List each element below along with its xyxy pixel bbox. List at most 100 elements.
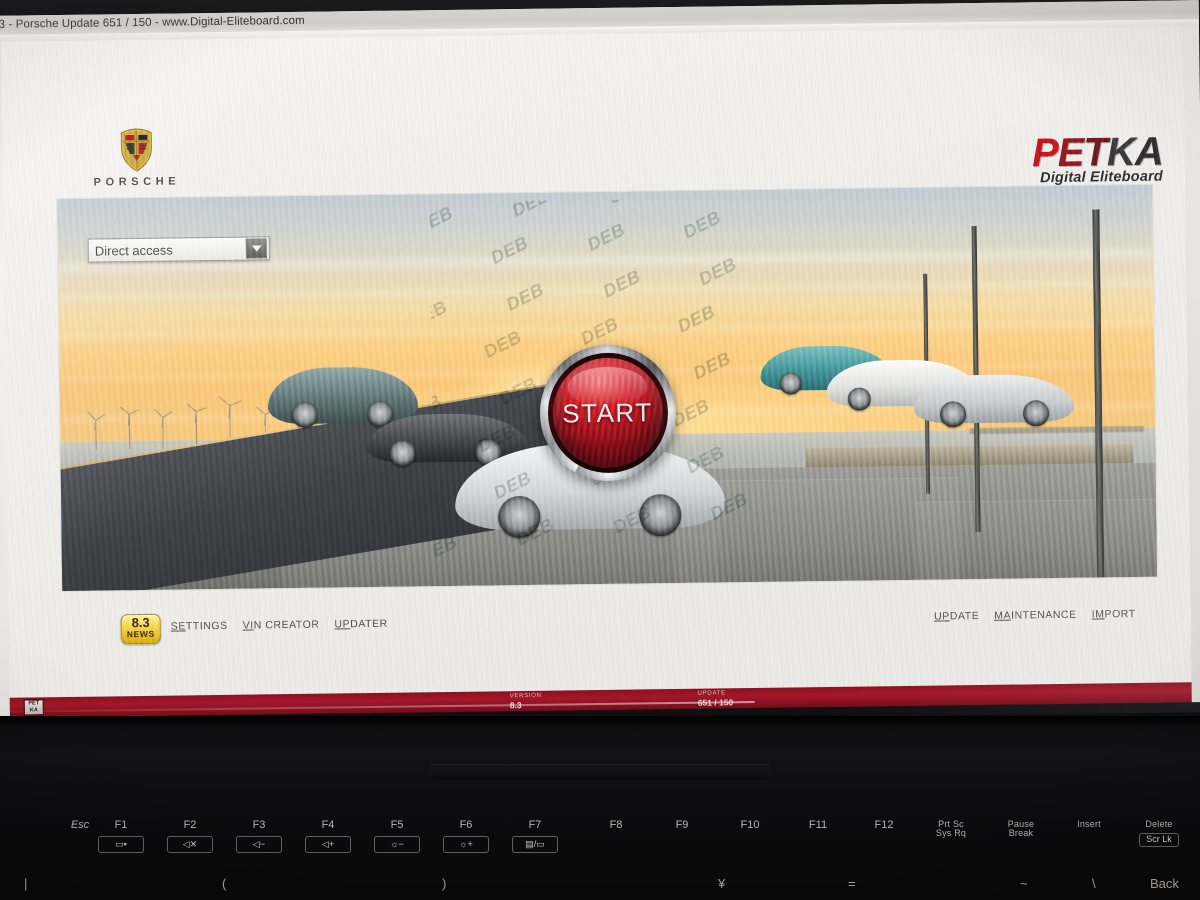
- window-title: 8.3 - Porsche Update 651 / 150 - www.Dig…: [0, 14, 305, 31]
- petka-wordmark: PETKA: [1031, 129, 1163, 176]
- hero-splash-image: DEB DEB DEB DEB DEB DEB DEB DEB DEB DEB …: [57, 184, 1158, 592]
- key-pause-break[interactable]: Pause Break: [990, 819, 1052, 839]
- watermark-text: DEB: [508, 197, 554, 221]
- watermark-text: DEB: [680, 206, 725, 243]
- petka-letter-a: A: [1134, 129, 1163, 174]
- watermark-text: DEB: [429, 296, 451, 332]
- volume-up-icon: ◁+: [305, 836, 351, 853]
- watermark-text: DEB: [599, 266, 644, 302]
- laptop-photo: 8.3 - Porsche Update 651 / 150 - www.Dig…: [0, 0, 1200, 900]
- key-insert[interactable]: Insert: [1058, 819, 1120, 829]
- key-pipe[interactable]: |: [24, 876, 27, 891]
- watermark-text: DEB: [609, 501, 655, 537]
- laptop-base: Esc F1 ▭▪ F2 ◁✕ F3 ◁− F4 ◁+ F5 ☼− F6 ☼+ …: [0, 716, 1200, 900]
- key-f9-label: F9: [675, 819, 689, 831]
- key-backspace[interactable]: Back: [1150, 876, 1179, 891]
- key-print-screen[interactable]: Prt Sc Sys Rq: [920, 819, 982, 839]
- key-tilde[interactable]: ~: [1020, 876, 1028, 891]
- display-switch-icon: ▤/▭: [512, 836, 558, 853]
- petka-letter-p: P: [1031, 130, 1058, 176]
- menu-item-settings-tail: TTINGS: [185, 619, 228, 633]
- key-f6[interactable]: F6 ☼+: [433, 819, 499, 853]
- key-backslash[interactable]: \: [1092, 876, 1096, 891]
- key-f6-label: F6: [459, 819, 473, 831]
- watermark-text: DEB: [683, 441, 728, 478]
- key-f2[interactable]: F2 ◁✕: [157, 819, 223, 853]
- news-badge-label: NEWS: [126, 628, 155, 640]
- watermark-text: DEB: [429, 202, 457, 238]
- bottom-menu-bar: 8.3 NEWS SETTINGS VIN CREATOR UPDATER UP…: [62, 587, 1158, 651]
- key-f7[interactable]: F7 ▤/▭: [502, 819, 568, 853]
- key-f1-icon: ▭▪: [98, 836, 144, 853]
- menu-item-updater[interactable]: UPDATER: [334, 618, 387, 631]
- watermark-text: DEB: [695, 253, 741, 289]
- key-f11-label: F11: [808, 819, 828, 831]
- start-button[interactable]: START: [538, 344, 677, 483]
- menu-item-vin-creator[interactable]: VIN CREATOR: [243, 619, 320, 632]
- porsche-crest-icon: [120, 128, 152, 172]
- status-version-value: 8.3: [509, 700, 522, 711]
- key-f10[interactable]: F10: [722, 819, 778, 832]
- direct-access-dropdown[interactable]: Direct access: [87, 236, 270, 263]
- porsche-wordmark: PORSCHE: [93, 175, 181, 189]
- key-print-screen-line2: Sys Rq: [935, 828, 967, 839]
- porsche-brand: PORSCHE: [76, 127, 197, 189]
- key-f5[interactable]: F5 ☼−: [364, 819, 430, 853]
- chevron-down-icon[interactable]: [245, 238, 267, 259]
- news-badge[interactable]: 8.3 NEWS: [120, 613, 161, 645]
- car-911-carrera: [913, 373, 1075, 428]
- watermark-text: DEB: [502, 279, 547, 315]
- key-paren-open[interactable]: (: [222, 876, 226, 891]
- key-yen[interactable]: ¥: [718, 876, 725, 891]
- petka-letter-k: K: [1106, 129, 1136, 175]
- key-f4[interactable]: F4 ◁+: [295, 819, 361, 853]
- watermark-text: DEB: [429, 249, 435, 286]
- watermark-text: DEB: [605, 197, 650, 208]
- key-f12[interactable]: F12: [856, 819, 912, 832]
- watermark-text: DEB: [487, 232, 532, 269]
- menu-item-maintenance-tail: INTENANCE: [1011, 608, 1077, 622]
- status-cell-version: VERSION 8.3: [510, 692, 542, 710]
- volume-down-icon: ◁−: [236, 836, 282, 853]
- watermark-text: DEB: [706, 488, 751, 524]
- petka-letter-t: T: [1083, 130, 1108, 175]
- petka-subtitle: Digital Eliteboard: [1039, 168, 1164, 187]
- watermark-text: DEB: [429, 531, 461, 567]
- hinge-shadow: [0, 716, 1200, 728]
- app-canvas: PORSCHE PETKA Digital Eliteboard DEB DEB…: [1, 26, 1192, 702]
- menu-item-update[interactable]: UPDATE: [934, 610, 979, 623]
- palmrest-edge: [430, 764, 770, 780]
- key-equals[interactable]: =: [848, 876, 856, 891]
- menu-item-import-tail: PORT: [1104, 607, 1136, 621]
- status-update-key: UPDATE: [697, 690, 726, 697]
- key-f12-label: F12: [874, 819, 894, 831]
- direct-access-value[interactable]: Direct access: [89, 241, 246, 258]
- key-f2-label: F2: [183, 819, 197, 831]
- key-f3[interactable]: F3 ◁−: [226, 819, 292, 853]
- key-f10-label: F10: [740, 819, 760, 831]
- key-delete[interactable]: Delete Scr Lk: [1126, 819, 1192, 847]
- menu-item-maintenance[interactable]: MAINTENANCE: [994, 609, 1077, 622]
- mute-icon: ◁✕: [167, 836, 213, 853]
- menu-item-settings[interactable]: SETTINGS: [171, 620, 228, 633]
- key-delete-line2: Scr Lk: [1139, 833, 1179, 847]
- key-f4-label: F4: [321, 819, 335, 831]
- watermark-text: DEB: [583, 219, 629, 256]
- watermark-text: DEB: [474, 420, 519, 457]
- key-f8[interactable]: F8: [588, 819, 644, 832]
- key-f9[interactable]: F9: [654, 819, 710, 832]
- app-logo-icon: PETKA: [23, 699, 44, 716]
- key-paren-close[interactable]: ): [442, 876, 446, 891]
- menu-item-import[interactable]: IMPORT: [1092, 608, 1136, 621]
- menu-group-right: UPDATE MAINTENANCE IMPORT: [934, 608, 1136, 623]
- key-pause-line2: Break: [1008, 828, 1034, 839]
- menu-item-updater-tail: DATER: [350, 617, 388, 631]
- watermark-text: DEB: [689, 347, 734, 384]
- watermark-text: DEB: [480, 326, 526, 363]
- key-f11[interactable]: F11: [790, 819, 846, 832]
- petka-letter-e: E: [1057, 130, 1084, 175]
- start-button-label: START: [562, 397, 653, 429]
- key-f1[interactable]: F1 ▭▪: [88, 819, 154, 853]
- key-insert-line1: Insert: [1077, 819, 1101, 829]
- key-delete-line1: Delete: [1145, 819, 1173, 829]
